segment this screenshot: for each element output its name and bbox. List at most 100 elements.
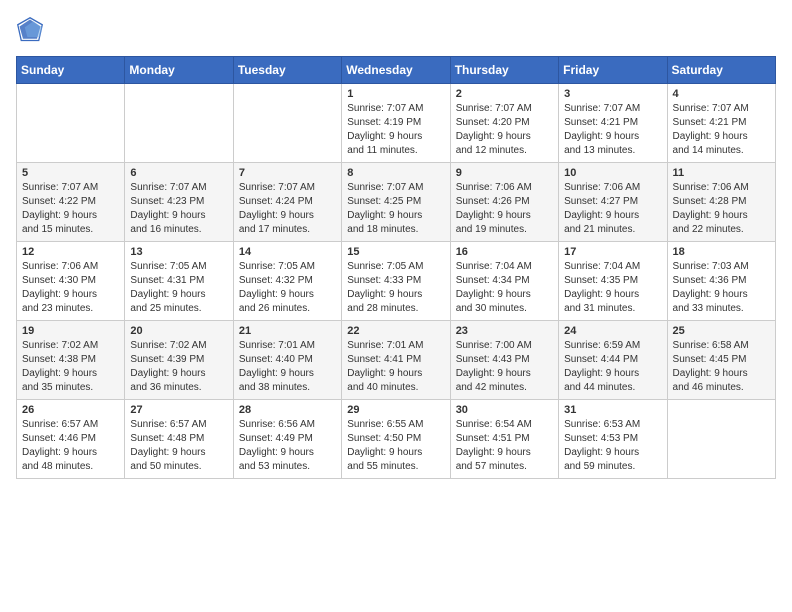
day-info: Sunrise: 7:07 AM Sunset: 4:24 PM Dayligh… <box>239 181 336 237</box>
day-number: 20 <box>130 325 227 337</box>
day-number: 30 <box>456 404 553 416</box>
day-number: 24 <box>564 325 661 337</box>
weekday-header-saturday: Saturday <box>667 57 775 84</box>
day-cell: 1Sunrise: 7:07 AM Sunset: 4:19 PM Daylig… <box>342 84 450 163</box>
day-cell: 30 Sunrise: 6:54 AM Sunset: 4:51 PM Dayli… <box>450 400 558 479</box>
day-number: 28 <box>239 404 336 416</box>
day-info: Sunrise: 6:56 AM Sunset: 4:49 PM Dayligh… <box>239 418 336 474</box>
day-info: Sunrise: 7:06 AM Sunset: 4:30 PM Dayligh… <box>22 260 119 316</box>
day-cell: 26 Sunrise: 6:57 AM Sunset: 4:46 PM Dayli… <box>17 400 125 479</box>
day-cell: 2 Sunrise: 7:07 AM Sunset: 4:20 PM Daylig… <box>450 84 558 163</box>
day-info: Sunrise: 7:05 AM Sunset: 4:33 PM Dayligh… <box>347 260 444 316</box>
day-number: 29 <box>347 404 444 416</box>
weekday-header-friday: Friday <box>559 57 667 84</box>
page-header <box>16 16 776 44</box>
day-number: 11 <box>673 167 770 179</box>
week-row-1: 1Sunrise: 7:07 AM Sunset: 4:19 PM Daylig… <box>17 84 776 163</box>
day-number: 22 <box>347 325 444 337</box>
logo <box>16 16 48 44</box>
day-cell: 16 Sunrise: 7:04 AM Sunset: 4:34 PM Dayli… <box>450 242 558 321</box>
day-cell: 8Sunrise: 7:07 AM Sunset: 4:25 PM Daylig… <box>342 163 450 242</box>
week-row-2: 5 Sunrise: 7:07 AM Sunset: 4:22 PM Daylig… <box>17 163 776 242</box>
day-info: Sunrise: 6:57 AM Sunset: 4:46 PM Dayligh… <box>22 418 119 474</box>
day-cell: 21Sunrise: 7:01 AM Sunset: 4:40 PM Dayli… <box>233 321 341 400</box>
day-number: 25 <box>673 325 770 337</box>
day-number: 2 <box>456 88 553 100</box>
day-number: 26 <box>22 404 119 416</box>
day-info: Sunrise: 7:02 AM Sunset: 4:39 PM Dayligh… <box>130 339 227 395</box>
logo-icon <box>16 16 44 44</box>
day-info: Sunrise: 6:59 AM Sunset: 4:44 PM Dayligh… <box>564 339 661 395</box>
day-number: 18 <box>673 246 770 258</box>
day-number: 6 <box>130 167 227 179</box>
day-cell: 31 Sunrise: 6:53 AM Sunset: 4:53 PM Dayli… <box>559 400 667 479</box>
weekday-header-thursday: Thursday <box>450 57 558 84</box>
day-cell: 12 Sunrise: 7:06 AM Sunset: 4:30 PM Dayli… <box>17 242 125 321</box>
day-info: Sunrise: 7:07 AM Sunset: 4:21 PM Dayligh… <box>673 102 770 158</box>
day-info: Sunrise: 7:03 AM Sunset: 4:36 PM Dayligh… <box>673 260 770 316</box>
day-info: Sunrise: 7:07 AM Sunset: 4:19 PM Dayligh… <box>347 102 444 158</box>
day-number: 27 <box>130 404 227 416</box>
day-number: 31 <box>564 404 661 416</box>
week-row-3: 12 Sunrise: 7:06 AM Sunset: 4:30 PM Dayli… <box>17 242 776 321</box>
day-info: Sunrise: 7:06 AM Sunset: 4:28 PM Dayligh… <box>673 181 770 237</box>
day-number: 17 <box>564 246 661 258</box>
day-cell: 28 Sunrise: 6:56 AM Sunset: 4:49 PM Dayli… <box>233 400 341 479</box>
day-cell: 10 Sunrise: 7:06 AM Sunset: 4:27 PM Dayli… <box>559 163 667 242</box>
day-number: 7 <box>239 167 336 179</box>
day-cell: 9 Sunrise: 7:06 AM Sunset: 4:26 PM Daylig… <box>450 163 558 242</box>
weekday-header-row: SundayMondayTuesdayWednesdayThursdayFrid… <box>17 57 776 84</box>
day-number: 12 <box>22 246 119 258</box>
day-cell: 23Sunrise: 7:00 AM Sunset: 4:43 PM Dayli… <box>450 321 558 400</box>
day-cell: 17 Sunrise: 7:04 AM Sunset: 4:35 PM Dayli… <box>559 242 667 321</box>
day-info: Sunrise: 6:54 AM Sunset: 4:51 PM Dayligh… <box>456 418 553 474</box>
day-info: Sunrise: 6:57 AM Sunset: 4:48 PM Dayligh… <box>130 418 227 474</box>
day-number: 4 <box>673 88 770 100</box>
day-cell: 4 Sunrise: 7:07 AM Sunset: 4:21 PM Daylig… <box>667 84 775 163</box>
day-number: 15 <box>347 246 444 258</box>
weekday-header-sunday: Sunday <box>17 57 125 84</box>
day-cell: 13 Sunrise: 7:05 AM Sunset: 4:31 PM Dayli… <box>125 242 233 321</box>
day-number: 10 <box>564 167 661 179</box>
day-cell: 24 Sunrise: 6:59 AM Sunset: 4:44 PM Dayli… <box>559 321 667 400</box>
day-number: 8 <box>347 167 444 179</box>
day-cell: 22Sunrise: 7:01 AM Sunset: 4:41 PM Dayli… <box>342 321 450 400</box>
day-info: Sunrise: 7:04 AM Sunset: 4:34 PM Dayligh… <box>456 260 553 316</box>
day-info: Sunrise: 7:01 AM Sunset: 4:40 PM Dayligh… <box>239 339 336 395</box>
day-cell <box>667 400 775 479</box>
calendar-table: SundayMondayTuesdayWednesdayThursdayFrid… <box>16 56 776 479</box>
day-info: Sunrise: 7:05 AM Sunset: 4:31 PM Dayligh… <box>130 260 227 316</box>
day-info: Sunrise: 7:06 AM Sunset: 4:27 PM Dayligh… <box>564 181 661 237</box>
day-number: 13 <box>130 246 227 258</box>
day-info: Sunrise: 7:06 AM Sunset: 4:26 PM Dayligh… <box>456 181 553 237</box>
day-number: 5 <box>22 167 119 179</box>
day-number: 14 <box>239 246 336 258</box>
day-info: Sunrise: 7:07 AM Sunset: 4:20 PM Dayligh… <box>456 102 553 158</box>
day-cell: 20 Sunrise: 7:02 AM Sunset: 4:39 PM Dayli… <box>125 321 233 400</box>
day-info: Sunrise: 7:05 AM Sunset: 4:32 PM Dayligh… <box>239 260 336 316</box>
day-cell: 6 Sunrise: 7:07 AM Sunset: 4:23 PM Daylig… <box>125 163 233 242</box>
weekday-header-wednesday: Wednesday <box>342 57 450 84</box>
day-info: Sunrise: 6:58 AM Sunset: 4:45 PM Dayligh… <box>673 339 770 395</box>
day-cell: 19Sunrise: 7:02 AM Sunset: 4:38 PM Dayli… <box>17 321 125 400</box>
day-info: Sunrise: 6:53 AM Sunset: 4:53 PM Dayligh… <box>564 418 661 474</box>
day-cell <box>233 84 341 163</box>
day-number: 9 <box>456 167 553 179</box>
day-cell: 5 Sunrise: 7:07 AM Sunset: 4:22 PM Daylig… <box>17 163 125 242</box>
day-cell: 29 Sunrise: 6:55 AM Sunset: 4:50 PM Dayli… <box>342 400 450 479</box>
day-number: 3 <box>564 88 661 100</box>
day-cell: 25 Sunrise: 6:58 AM Sunset: 4:45 PM Dayli… <box>667 321 775 400</box>
day-cell: 3 Sunrise: 7:07 AM Sunset: 4:21 PM Daylig… <box>559 84 667 163</box>
day-info: Sunrise: 7:07 AM Sunset: 4:22 PM Dayligh… <box>22 181 119 237</box>
day-cell: 18 Sunrise: 7:03 AM Sunset: 4:36 PM Dayli… <box>667 242 775 321</box>
day-info: Sunrise: 7:07 AM Sunset: 4:23 PM Dayligh… <box>130 181 227 237</box>
day-info: Sunrise: 7:07 AM Sunset: 4:21 PM Dayligh… <box>564 102 661 158</box>
day-cell: 15 Sunrise: 7:05 AM Sunset: 4:33 PM Dayli… <box>342 242 450 321</box>
day-cell: 7 Sunrise: 7:07 AM Sunset: 4:24 PM Daylig… <box>233 163 341 242</box>
day-cell <box>125 84 233 163</box>
day-info: Sunrise: 6:55 AM Sunset: 4:50 PM Dayligh… <box>347 418 444 474</box>
day-cell: 11 Sunrise: 7:06 AM Sunset: 4:28 PM Dayli… <box>667 163 775 242</box>
day-info: Sunrise: 7:04 AM Sunset: 4:35 PM Dayligh… <box>564 260 661 316</box>
day-cell: 27 Sunrise: 6:57 AM Sunset: 4:48 PM Dayli… <box>125 400 233 479</box>
day-number: 16 <box>456 246 553 258</box>
